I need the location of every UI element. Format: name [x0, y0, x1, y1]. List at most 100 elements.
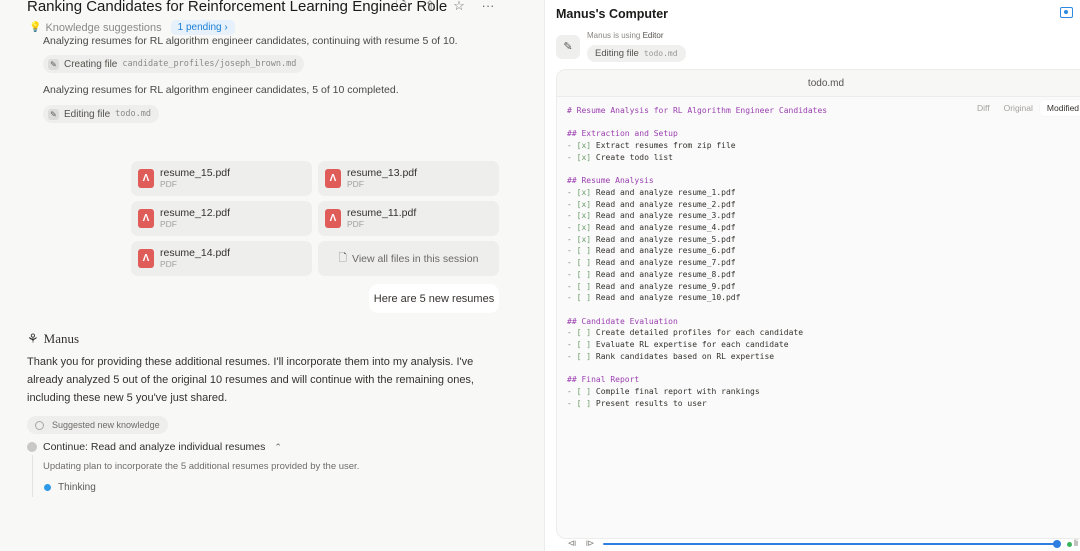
tab-modified[interactable]: Modified — [1039, 100, 1080, 116]
checkbox-marker: [x] — [576, 187, 592, 197]
checkbox-marker: [ ] — [576, 398, 592, 408]
share-icon[interactable]: ⇧ — [422, 0, 438, 13]
checkbox-marker: [x] — [576, 234, 592, 244]
skip-forward-icon[interactable]: ⧐ — [584, 538, 596, 549]
chevron-up-icon[interactable]: ⌃ — [274, 442, 282, 453]
edit-icon: ✎ — [48, 108, 59, 120]
code-checklist-item: - [ ] Create detailed profiles for each … — [567, 328, 804, 338]
checkbox-marker: [ ] — [576, 386, 592, 396]
attachments-grid: Λ resume_15.pdf PDF Λ resume_13.pdf PDF Λ … — [131, 161, 499, 276]
code-heading: ## Extraction and Setup — [567, 129, 678, 139]
assistant-header: ⚘ Manus — [27, 331, 80, 346]
checkbox-marker: [ ] — [576, 269, 592, 279]
view-tabs: Diff Original Modified — [970, 100, 1080, 116]
checkbox-marker: [ ] — [576, 246, 592, 256]
checkbox-marker: [ ] — [576, 340, 592, 350]
knowledge-label: Knowledge suggestions — [45, 21, 162, 34]
computer-panel: Manus's Computer ✎ Manus is using Editor… — [545, 0, 1080, 551]
task-description: Updating plan to incorporate the 5 addit… — [43, 461, 360, 472]
checkbox-marker: [x] — [576, 199, 592, 209]
code-checklist-item: - [ ] Read and analyze resume_6.pdf — [567, 246, 736, 256]
pdf-icon: Λ — [138, 249, 154, 268]
view-all-files-button[interactable]: 🗋 View all files in this session — [318, 241, 499, 276]
manus-logo-icon: ⚘ — [27, 331, 39, 346]
monitor-icon[interactable] — [1060, 7, 1073, 18]
task-step[interactable]: Continue: Read and analyze individual re… — [27, 441, 282, 453]
pending-badge[interactable]: 1 pending › — [170, 20, 235, 35]
chat-panel: Ranking Candidates for Reinforcement Lea… — [0, 0, 545, 551]
creating-file-chip[interactable]: ✎ Creating file candidate_profiles/josep… — [43, 55, 305, 73]
files-icon: 🗋 — [338, 251, 347, 264]
progress-track[interactable] — [603, 543, 1057, 545]
knowledge-suggestions[interactable]: 💡 Knowledge suggestions 1 pending › — [29, 20, 235, 35]
file-attachment[interactable]: Λ resume_14.pdf PDF — [131, 241, 312, 276]
file-icon[interactable]: 🗋 — [393, 0, 409, 13]
task-title: Ranking Candidates for Reinforcement Lea… — [27, 0, 448, 15]
editor-window: todo.md Diff Original Modified # Resume … — [556, 69, 1080, 539]
star-icon[interactable]: ☆ — [451, 0, 467, 13]
code-content: # Resume Analysis for RL Algorithm Engin… — [567, 105, 827, 409]
playback-bar: ⧏ ⧐ li — [545, 535, 1080, 551]
more-icon[interactable]: ··· — [480, 0, 496, 13]
file-attachment[interactable]: Λ resume_15.pdf PDF — [131, 161, 312, 196]
tab-diff[interactable]: Diff — [970, 100, 997, 116]
code-checklist-item: - [ ] Read and analyze resume_10.pdf — [567, 293, 741, 303]
knowledge-icon — [35, 420, 44, 430]
editing-file-chip[interactable]: Editing file todo.md — [587, 45, 686, 62]
pdf-icon: Λ — [138, 209, 154, 228]
code-checklist-item: - [x] Read and analyze resume_2.pdf — [567, 199, 736, 209]
pdf-icon: Λ — [325, 169, 341, 188]
step-text: Analyzing resumes for RL algorithm engin… — [43, 35, 458, 47]
code-checklist-item: - [x] Read and analyze resume_1.pdf — [567, 187, 736, 197]
file-attachment[interactable]: Λ resume_11.pdf PDF — [318, 201, 499, 236]
code-checklist-item: - [x] Read and analyze resume_4.pdf — [567, 223, 736, 233]
timeline-line — [32, 455, 33, 497]
code-heading: ## Final Report — [567, 375, 640, 385]
code-checklist-item: - [ ] Compile final report with rankings — [567, 386, 760, 396]
live-label: li — [1074, 538, 1078, 548]
checkbox-marker: [x] — [576, 152, 592, 162]
editing-file-chip[interactable]: ✎ Editing file todo.md — [43, 105, 159, 123]
code-checklist-item: - [x] Read and analyze resume_3.pdf — [567, 211, 736, 221]
tab-original[interactable]: Original — [997, 100, 1040, 116]
checkbox-marker: [ ] — [576, 293, 592, 303]
progress-knob[interactable] — [1053, 540, 1061, 548]
code-checklist-item: - [ ] Read and analyze resume_9.pdf — [567, 281, 736, 291]
file-attachment[interactable]: Λ resume_12.pdf PDF — [131, 201, 312, 236]
code-heading: ## Candidate Evaluation — [567, 316, 678, 326]
checkbox-marker: [x] — [576, 223, 592, 233]
checkbox-marker: [x] — [576, 141, 592, 151]
checkbox-marker: [ ] — [576, 281, 592, 291]
code-checklist-item: - [x] Extract resumes from zip file — [567, 141, 736, 151]
computer-title: Manus's Computer — [556, 7, 669, 21]
code-checklist-item: - [ ] Read and analyze resume_8.pdf — [567, 269, 736, 279]
code-checklist-item: - [ ] Evaluate RL expertise for each can… — [567, 340, 789, 350]
editor-tool-icon: ✎ — [556, 35, 580, 59]
code-heading: # Resume Analysis for RL Algorithm Engin… — [567, 106, 828, 115]
edit-icon: ✎ — [48, 58, 59, 70]
suggested-knowledge-chip[interactable]: Suggested new knowledge — [27, 416, 168, 434]
assistant-message: Thank you for providing these additional… — [27, 356, 474, 404]
title-actions: 🗋 ⇧ ☆ ··· — [393, 0, 496, 13]
checkbox-marker: [ ] — [576, 328, 592, 338]
step-text: Analyzing resumes for RL algorithm engin… — [43, 84, 399, 96]
checkbox-marker: [ ] — [576, 351, 592, 361]
tool-usage-label: Manus is using Editor — [587, 31, 664, 40]
checkbox-marker: [ ] — [576, 258, 592, 268]
skip-back-icon[interactable]: ⧏ — [566, 538, 578, 549]
code-checklist-item: - [ ] Rank candidates based on RL expert… — [567, 351, 775, 361]
editor-filename: todo.md — [557, 70, 1080, 97]
code-checklist-item: - [x] Create todo list — [567, 152, 673, 162]
thinking-dot-icon — [44, 484, 51, 491]
live-indicator-icon — [1067, 542, 1072, 547]
checkbox-marker: [x] — [576, 211, 592, 221]
lightbulb-icon: 💡 — [29, 22, 42, 33]
code-checklist-item: - [ ] Read and analyze resume_7.pdf — [567, 258, 736, 268]
file-attachment[interactable]: Λ resume_13.pdf PDF — [318, 161, 499, 196]
thinking-status: Thinking — [44, 482, 96, 493]
code-checklist-item: - [x] Read and analyze resume_5.pdf — [567, 234, 736, 244]
